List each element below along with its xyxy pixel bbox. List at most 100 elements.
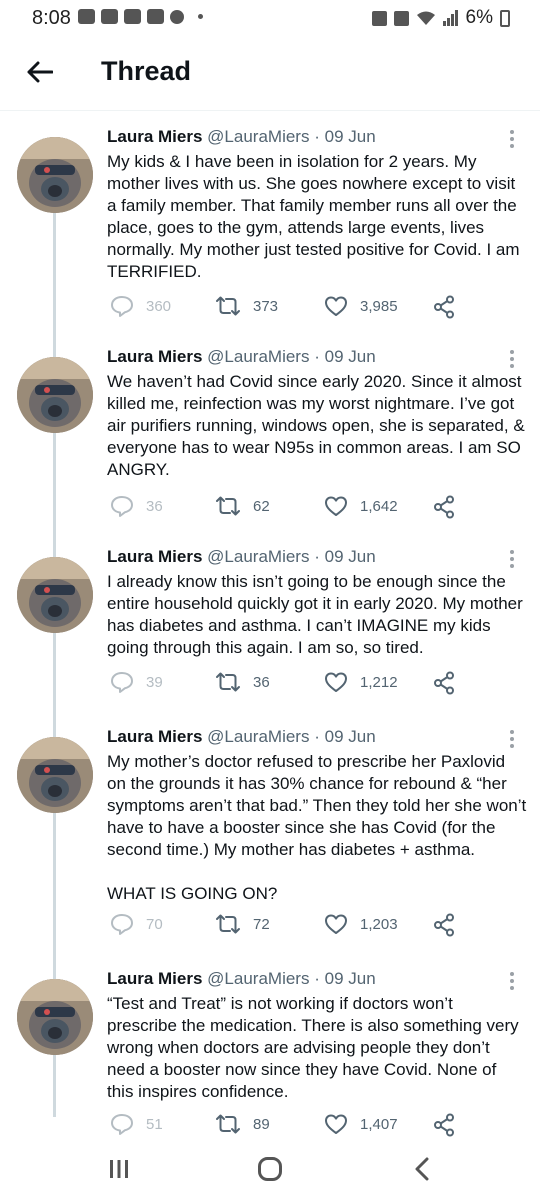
reply-button[interactable]: 360 [110,295,171,317]
reply-icon [111,914,133,935]
reply-icon [111,1114,133,1135]
tweet-date[interactable]: 09 Jun [325,127,376,146]
reply-button[interactable]: 36 [110,495,163,517]
avatar-image [17,357,93,433]
retweet-button[interactable]: 72 [215,913,270,935]
reply-icon [111,672,133,693]
tweet-date[interactable]: 09 Jun [325,547,376,566]
tweet-header: Laura Miers @LauraMiers · 09 Jun [107,127,376,147]
retweet-button[interactable]: 62 [215,495,270,517]
youtube-icon [101,9,118,24]
author-name[interactable]: Laura Miers [107,127,202,146]
separator-dot: · [314,127,320,146]
tweet-text: My kids & I have been in isolation for 2… [107,151,527,283]
separator-dot: · [314,547,320,566]
more-options-button[interactable] [504,971,520,995]
avatar[interactable] [17,137,93,213]
retweet-button[interactable]: 89 [215,1113,270,1135]
reply-count: 51 [146,1115,163,1133]
more-options-button[interactable] [504,349,520,373]
avatar[interactable] [17,357,93,433]
tweet-date[interactable]: 09 Jun [325,347,376,366]
tweet-actions: 36 62 1,642 [110,495,510,521]
share-icon [434,495,454,519]
tweet-text: I already know this isn’t going to be en… [107,571,527,659]
home-button[interactable] [250,1152,290,1186]
author-handle[interactable]: @LauraMiers [207,969,309,988]
author-name[interactable]: Laura Miers [107,969,202,988]
recent-apps-button[interactable] [99,1152,139,1186]
back-button[interactable] [24,56,56,88]
author-name[interactable]: Laura Miers [107,547,202,566]
share-icon [434,913,454,937]
like-count: 1,642 [360,497,398,515]
avatar[interactable] [17,737,93,813]
retweet-count: 62 [253,497,270,515]
share-button[interactable] [432,1113,456,1137]
home-icon [258,1157,282,1181]
heart-icon [325,672,347,692]
like-button[interactable]: 1,407 [324,1113,398,1135]
recent-apps-icon [110,1160,128,1178]
retweet-count: 72 [253,915,270,933]
avatar[interactable] [17,979,93,1055]
reply-count: 70 [146,915,163,933]
like-count: 3,985 [360,297,398,315]
more-vertical-icon [510,730,514,748]
more-vertical-icon [510,130,514,148]
author-handle[interactable]: @LauraMiers [207,347,309,366]
like-count: 1,407 [360,1115,398,1133]
tweet-header: Laura Miers @LauraMiers · 09 Jun [107,347,376,367]
avatar-image [17,137,93,213]
share-button[interactable] [432,495,456,519]
more-options-button[interactable] [504,549,520,573]
author-name[interactable]: Laura Miers [107,347,202,366]
more-options-button[interactable] [504,129,520,153]
retweet-icon [216,1114,240,1134]
share-button[interactable] [432,295,456,319]
message-icon [78,9,95,24]
lock-icon [393,10,409,26]
like-button[interactable]: 3,985 [324,295,398,317]
author-name[interactable]: Laura Miers [107,727,202,746]
page-title: Thread [101,56,192,86]
back-nav-button[interactable] [402,1152,442,1186]
more-vertical-icon [510,350,514,368]
avatar[interactable] [17,557,93,633]
battery-icon [500,9,510,27]
tweet-paragraph: We haven’t had Covid since early 2020. S… [107,372,525,479]
back-arrow-icon [27,61,53,83]
like-button[interactable]: 1,203 [324,913,398,935]
author-handle[interactable]: @LauraMiers [207,127,309,146]
avatar-image [17,557,93,633]
system-icons: 6% [371,7,510,29]
retweet-button[interactable]: 373 [215,295,278,317]
tweet-actions: 39 36 1,212 [110,671,510,697]
tweet-date[interactable]: 09 Jun [325,969,376,988]
reply-count: 360 [146,297,172,315]
like-button[interactable]: 1,212 [324,671,398,693]
more-options-button[interactable] [504,729,520,753]
tweet-date[interactable]: 09 Jun [325,727,376,746]
share-button[interactable] [432,913,456,937]
status-time: 8:08 [32,7,71,29]
retweet-button[interactable]: 36 [215,671,270,693]
author-handle[interactable]: @LauraMiers [207,547,309,566]
share-button[interactable] [432,671,456,695]
author-handle[interactable]: @LauraMiers [207,727,309,746]
wifi-icon [416,11,435,25]
share-icon [434,671,454,695]
retweet-count: 373 [253,297,279,315]
status-bar: 8:08 6% [0,0,540,36]
like-button[interactable]: 1,642 [324,495,398,517]
retweet-icon [216,496,240,516]
tweet-header: Laura Miers @LauraMiers · 09 Jun [107,547,376,567]
reply-button[interactable]: 51 [110,1113,163,1135]
notification-icons [78,9,203,24]
reply-button[interactable]: 39 [110,671,163,693]
reply-button[interactable]: 70 [110,913,163,935]
separator-dot: · [314,969,320,988]
heart-icon [325,1114,347,1134]
add-contact-icon [170,9,184,24]
tweet-actions: 70 72 1,203 [110,913,510,939]
